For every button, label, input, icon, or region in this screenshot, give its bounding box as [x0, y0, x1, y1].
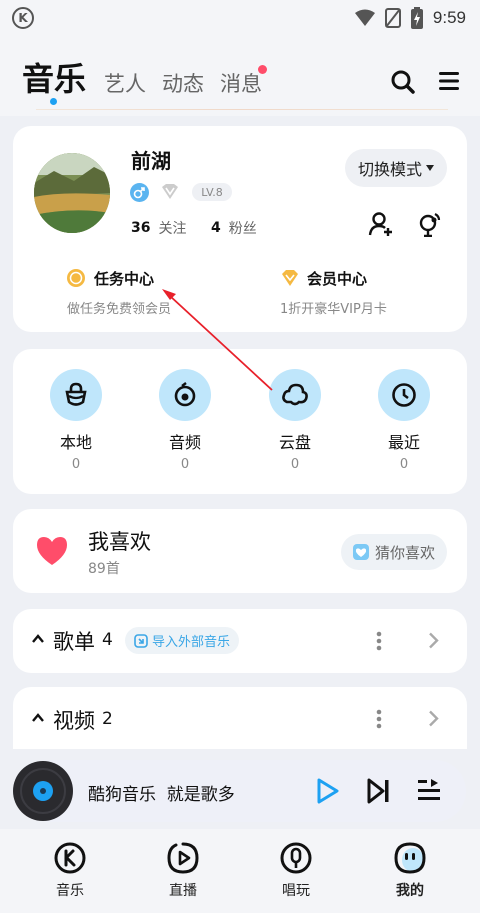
nav-label: 我的	[396, 883, 424, 899]
quick-count: 0	[71, 457, 81, 472]
kugou-icon	[54, 842, 86, 874]
next-track-icon[interactable]	[367, 778, 391, 804]
quick-label: 云盘	[278, 433, 311, 452]
guess-you-like-button[interactable]: 猜你喜欢	[341, 534, 447, 570]
playlists-title[interactable]: 歌单	[53, 626, 95, 656]
wifi-icon	[354, 9, 375, 26]
play-icon[interactable]	[316, 777, 340, 805]
chevron-up-icon[interactable]	[32, 713, 44, 722]
quick-item-cloud[interactable]: 云盘 0	[255, 369, 335, 472]
task-center-title[interactable]: 任务中心	[94, 268, 154, 289]
quick-item-recent[interactable]: 最近 0	[364, 369, 444, 472]
tab-artists[interactable]: 艺人	[104, 68, 146, 98]
nav-label: 唱玩	[282, 883, 310, 899]
menu-icon[interactable]	[438, 70, 460, 92]
videos-title[interactable]: 视频	[53, 705, 95, 735]
diamond-icon	[282, 270, 298, 286]
nav-label: 音乐	[56, 883, 84, 899]
quick-count: 0	[399, 457, 409, 472]
nav-label: 直播	[169, 883, 197, 899]
guess-label: 猜你喜欢	[375, 543, 436, 562]
videos-count: 2	[102, 709, 113, 729]
chevron-right-icon[interactable]	[428, 632, 439, 649]
cloud-icon	[269, 369, 321, 421]
switch-mode-button[interactable]: 切换模式	[345, 149, 447, 187]
follow-count: 36	[131, 220, 151, 236]
music-profile-icon[interactable]	[417, 211, 443, 237]
avatar[interactable]	[34, 153, 110, 233]
header-divider	[36, 109, 448, 110]
tab-music[interactable]: 音乐	[22, 54, 86, 100]
face-icon	[394, 842, 426, 874]
tab-messages[interactable]: 消息	[220, 68, 262, 98]
profile-name[interactable]: 前湖	[131, 145, 171, 174]
quick-label: 音频	[168, 433, 201, 452]
mic-icon	[280, 842, 312, 874]
more-options-icon[interactable]	[376, 631, 382, 651]
top-header: 音乐 艺人 动态 消息	[0, 36, 480, 116]
app-logo-icon: K	[12, 7, 34, 29]
playlist-queue-icon[interactable]	[418, 778, 440, 802]
playlists-count: 4	[102, 630, 113, 650]
vip-center-title[interactable]: 会员中心	[307, 268, 367, 289]
no-sim-icon	[384, 8, 401, 28]
vip-center-subtitle[interactable]: 1折开豪华VIP月卡	[280, 298, 387, 317]
switch-mode-label: 切换模式	[357, 160, 422, 179]
nav-music[interactable]: 音乐	[30, 842, 110, 900]
mini-player[interactable]	[20, 760, 466, 822]
tab-feed[interactable]: 动态	[162, 68, 204, 98]
import-label: 导入外部音乐	[152, 635, 231, 650]
player-track-text: 酷狗音乐 就是歌多	[88, 785, 235, 805]
clock-time: 9:59	[432, 8, 466, 27]
chevron-right-icon[interactable]	[428, 710, 439, 727]
clock-icon	[378, 369, 430, 421]
favorites-title: 我喜欢	[88, 530, 151, 554]
active-tab-indicator	[50, 98, 57, 105]
nav-live[interactable]: 直播	[143, 842, 223, 900]
guess-icon	[353, 544, 369, 560]
import-icon	[134, 633, 148, 648]
chevron-up-icon[interactable]	[32, 634, 44, 643]
follow-label: 关注	[158, 221, 187, 237]
fans-count: 4	[211, 220, 221, 236]
message-badge	[258, 65, 267, 74]
live-icon	[167, 842, 199, 874]
fans-label: 粉丝	[228, 221, 257, 237]
quick-item-audio[interactable]: 音频 0	[145, 369, 225, 472]
quick-label: 最近	[387, 433, 420, 452]
quick-label: 本地	[59, 433, 92, 452]
favorites-count: 89首	[88, 561, 120, 577]
import-music-button[interactable]: 导入外部音乐	[125, 627, 240, 654]
more-options-icon[interactable]	[376, 709, 382, 729]
battery-icon	[410, 7, 423, 29]
quick-count: 0	[290, 457, 300, 472]
fans-stat[interactable]: 4 粉丝	[211, 218, 257, 238]
follow-stat[interactable]: 36 关注	[131, 218, 186, 238]
audio-icon	[159, 369, 211, 421]
add-friend-icon[interactable]	[368, 211, 394, 237]
level-badge[interactable]: LV.8	[192, 183, 232, 201]
vinyl-disc-icon[interactable]	[12, 758, 74, 824]
nav-mine[interactable]: 我的	[370, 842, 450, 900]
task-center-subtitle[interactable]: 做任务免费领会员	[67, 298, 171, 317]
search-icon[interactable]	[390, 69, 416, 95]
quick-count: 0	[180, 457, 190, 472]
quick-item-local[interactable]: 本地 0	[36, 369, 116, 472]
coin-icon	[67, 269, 85, 287]
bag-icon	[50, 369, 102, 421]
nav-sing[interactable]: 唱玩	[256, 842, 336, 900]
male-gender-icon	[130, 183, 149, 202]
heart-icon	[37, 537, 67, 565]
status-icons: 9:59	[354, 7, 466, 29]
vip-badge-icon[interactable]	[160, 183, 180, 201]
status-bar: K 9:59	[0, 0, 480, 36]
caret-down-icon	[426, 165, 434, 171]
